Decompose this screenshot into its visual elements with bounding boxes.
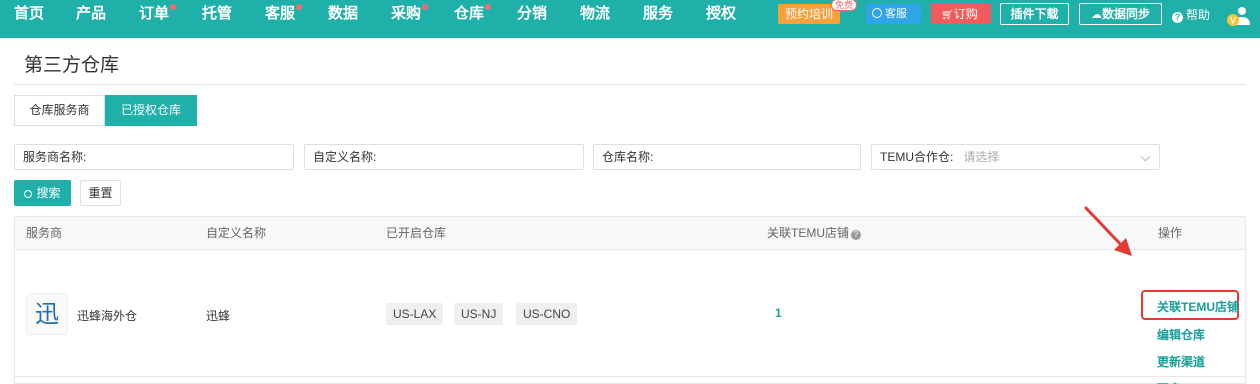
search-label: 搜索 xyxy=(36,186,61,200)
question-icon: ? xyxy=(1172,12,1183,23)
header-provider: 服务商 xyxy=(26,226,63,240)
tab-authorized-warehouses[interactable]: 已授权仓库 xyxy=(105,95,197,126)
nav-customer-service-dot xyxy=(296,4,302,10)
help-link[interactable]: ? 帮助 xyxy=(1172,6,1210,23)
provider-name-field[interactable]: 服务商名称: xyxy=(14,144,294,170)
custom-name: 迅蜂 xyxy=(206,309,231,323)
warehouse-name-field[interactable]: 仓库名称: xyxy=(593,144,861,170)
more-dropdown[interactable]: 更多 xyxy=(1157,380,1193,384)
temu-warehouse-select[interactable]: TEMU合作仓: 请选择 xyxy=(871,144,1160,170)
search-icon xyxy=(24,190,33,198)
question-icon[interactable]: ? xyxy=(851,230,861,240)
warehouse-tag: US-CNO xyxy=(516,303,578,325)
provider-logo: 迅 xyxy=(26,293,68,335)
nav-services[interactable]: 服务 xyxy=(643,0,673,30)
plugin-download-button[interactable]: 插件下载 xyxy=(1000,3,1069,25)
chat-icon xyxy=(872,8,882,18)
user-avatar-icon[interactable]: V xyxy=(1226,5,1250,29)
header-operations: 操作 xyxy=(1158,226,1183,240)
provider-name-label: 服务商名称: xyxy=(23,150,87,164)
nav-products[interactable]: 产品 xyxy=(76,0,106,30)
header-enabled-warehouses: 已开启仓库 xyxy=(386,226,447,240)
tab-warehouse-providers[interactable]: 仓库服务商 xyxy=(14,95,105,126)
header-custom-name: 自定义名称 xyxy=(206,226,267,240)
reset-button[interactable]: 重置 xyxy=(80,180,121,206)
nav-hosting[interactable]: 托管 xyxy=(202,0,232,30)
search-button[interactable]: 搜索 xyxy=(14,180,71,206)
custom-name-label: 自定义名称: xyxy=(313,150,377,164)
nav-customer-service[interactable]: 客服 xyxy=(265,0,295,30)
temu-warehouse-label: TEMU合作仓: xyxy=(880,150,954,164)
warehouse-tag: US-LAX xyxy=(386,303,444,325)
warehouse-tag: US-NJ xyxy=(454,303,504,325)
free-badge: 免费 xyxy=(831,0,858,11)
header-temu-stores: 关联TEMU店铺? xyxy=(767,217,861,249)
custom-name-field[interactable]: 自定义名称: xyxy=(304,144,584,170)
nav-purchase-dot xyxy=(422,4,428,10)
update-channel-link[interactable]: 更新渠道 xyxy=(1157,353,1205,370)
annotation-arrow-icon xyxy=(1084,206,1132,256)
link-temu-store-link[interactable]: 关联TEMU店铺 xyxy=(1157,298,1239,315)
top-navbar: 首页 产品 订单 托管 客服 数据 采购 仓库 分销 物流 服务 授权 预约培训… xyxy=(0,0,1260,38)
nav-distribution[interactable]: 分销 xyxy=(517,0,547,30)
customer-service-label: 客服 xyxy=(885,8,907,20)
nav-purchase[interactable]: 采购 xyxy=(391,0,421,30)
help-label: 帮助 xyxy=(1186,8,1211,22)
nav-warehouse[interactable]: 仓库 xyxy=(454,0,484,30)
table-row: 迅 迅蜂海外仓 迅蜂 US-LAX US-NJ US-CNO 1 关联TEMU店… xyxy=(15,250,1245,384)
title-divider xyxy=(14,84,1246,85)
nav-warehouse-dot xyxy=(485,4,491,10)
vip-badge: V xyxy=(1230,16,1236,26)
header-temu-stores-label: 关联TEMU店铺 xyxy=(767,226,849,240)
cloud-download-icon: ☁ xyxy=(1090,9,1102,21)
nav-orders[interactable]: 订单 xyxy=(139,0,169,30)
edit-warehouse-link[interactable]: 编辑仓库 xyxy=(1157,326,1205,343)
nav-orders-dot xyxy=(170,4,176,10)
nav-home[interactable]: 首页 xyxy=(14,0,44,30)
table-header: 服务商 自定义名称 已开启仓库 关联TEMU店铺? 操作 xyxy=(15,217,1245,250)
warehouse-table: 服务商 自定义名称 已开启仓库 关联TEMU店铺? 操作 迅 迅蜂海外仓 迅蜂 … xyxy=(14,216,1246,384)
warehouse-name-label: 仓库名称: xyxy=(602,150,654,164)
nav-authorization[interactable]: 授权 xyxy=(706,0,736,30)
provider-name: 迅蜂海外仓 xyxy=(77,309,138,323)
chevron-down-icon xyxy=(1140,151,1151,162)
temu-warehouse-placeholder: 请选择 xyxy=(963,150,1000,164)
temu-store-count-link[interactable]: 1 xyxy=(775,306,782,320)
data-sync-button[interactable]: ☁数据同步 xyxy=(1079,3,1162,25)
subscribe-button[interactable]: 🛒︎订购 xyxy=(931,4,991,24)
cart-icon: 🛒︎ xyxy=(941,10,954,21)
page-title: 第三方仓库 xyxy=(24,55,120,76)
nav-logistics[interactable]: 物流 xyxy=(580,0,610,30)
nav-data[interactable]: 数据 xyxy=(328,0,358,30)
subscribe-label: 订购 xyxy=(953,7,978,21)
customer-service-button[interactable]: 客服 xyxy=(866,4,921,24)
data-sync-label: 数据同步 xyxy=(1101,7,1150,21)
